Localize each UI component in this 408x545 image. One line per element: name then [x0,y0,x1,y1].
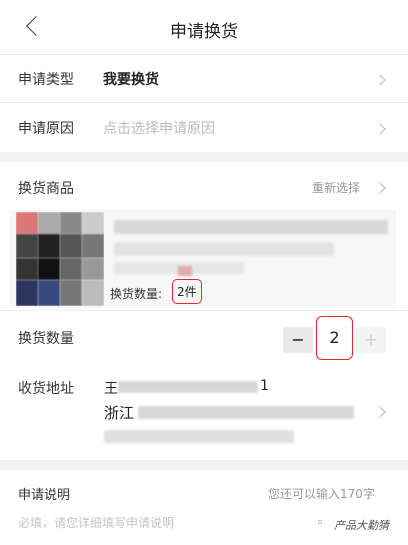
reselect-link[interactable]: 重新选择 [312,178,392,198]
header-bar: 申请换货 [0,0,408,54]
watermark-text: 产品大勤猜 [334,519,389,532]
goods-quantity-value: 2件 [172,279,202,304]
request-reason-placeholder: 点击选择申请原因 [103,121,215,137]
product-spec-redacted [178,266,192,276]
request-type-value: 我要换货 [103,72,159,88]
address-name-prefix: 王 [104,381,118,397]
page-title: 申请换货 [170,22,238,42]
address-row[interactable]: 收货地址 王 1 浙江 [0,364,408,460]
address-name-redacted [118,381,258,393]
request-reason-row[interactable]: 申请原因 点击选择申请原因 [0,102,408,152]
quantity-decrement-button[interactable]: − [283,327,313,353]
watermark: ◦ 产品大勤猜 [316,515,406,535]
product-card[interactable]: 换货数量: 2件 [10,210,396,308]
product-image [16,212,104,306]
product-title-redacted [114,220,388,234]
address-detail-redacted [104,430,294,443]
request-type-label: 申请类型 [18,72,74,88]
wechat-icon: ◦ [316,516,324,531]
chevron-right-icon [374,123,386,135]
chevron-right-icon [374,406,386,418]
address-detail-redacted [138,406,354,419]
description-remaining: 您还可以输入170字 [268,487,375,501]
reselect-label: 重新选择 [312,181,361,195]
address-label: 收货地址 [18,381,74,397]
description-label: 申请说明 [18,488,71,503]
chevron-right-icon [374,182,386,194]
goods-quantity-caption: 换货数量: [110,287,163,301]
goods-section: 换货商品 重新选择 换货数量: 2件 [0,162,408,310]
request-type-row[interactable]: 申请类型 我要换货 [0,54,408,102]
quantity-label: 换货数量 [18,331,74,347]
quantity-input[interactable]: 2 [316,316,353,360]
product-title-redacted [114,242,334,256]
address-phone-suffix: 1 [260,378,269,394]
description-section: 申请说明 您还可以输入170字 必填，请您详细填写申请说明 ◦ 产品大勤猜 [0,470,408,545]
description-input[interactable]: 必填，请您详细填写申请说明 [18,514,318,534]
chevron-right-icon [374,74,386,86]
goods-label: 换货商品 [18,181,74,197]
quantity-row: 换货数量 − 2 + [0,310,408,364]
quantity-increment-button[interactable]: + [356,327,386,353]
request-reason-label: 申请原因 [18,121,74,137]
address-province: 浙江 [104,404,135,422]
